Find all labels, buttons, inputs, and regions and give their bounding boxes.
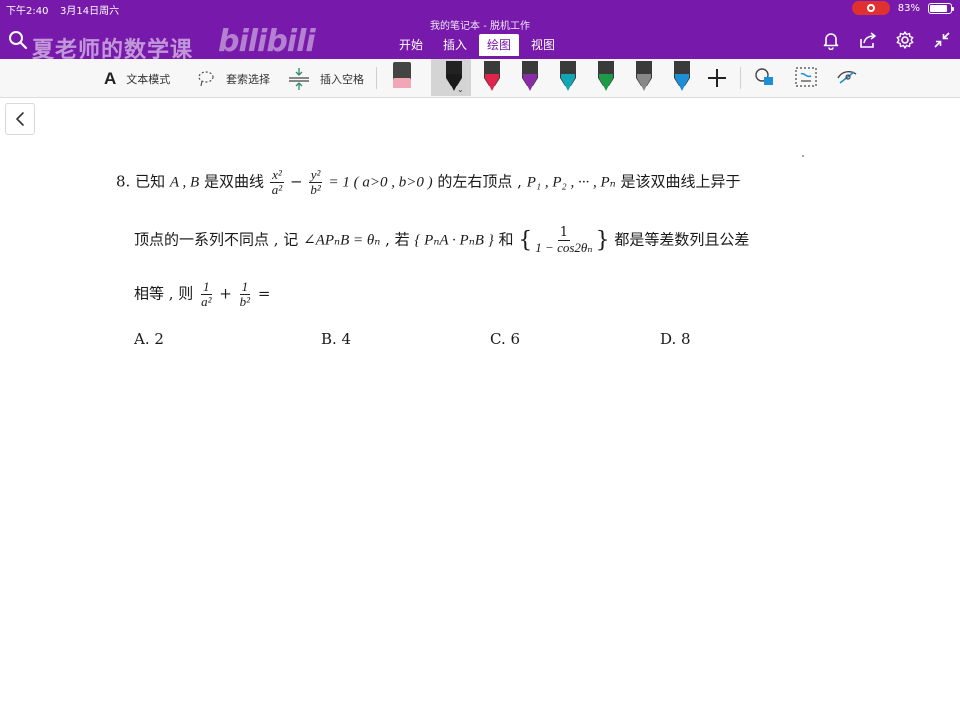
fraction-1-b2: 1 b² bbox=[238, 280, 252, 309]
text-on-hyperbola: 是该双曲线上异于 bbox=[620, 172, 741, 191]
ribbon-divider bbox=[376, 67, 377, 89]
top-right-icons bbox=[821, 30, 952, 50]
blue-highlighter-tool[interactable] bbox=[668, 60, 696, 94]
text-mode-label: 文本模式 bbox=[126, 72, 171, 86]
frac-den: a² bbox=[271, 182, 283, 197]
problem-line-3: 相等 , 则 1 a² + 1 b² = bbox=[134, 280, 270, 309]
text-vertices: 的左右顶点 , bbox=[437, 172, 522, 191]
collapse-icon[interactable] bbox=[932, 30, 952, 50]
ink-replay-icon[interactable] bbox=[834, 60, 862, 94]
insert-space-icon bbox=[288, 67, 310, 91]
window-title: 我的笔记本 - 脱机工作 bbox=[430, 21, 530, 32]
frac-num: 1 bbox=[557, 225, 571, 241]
chevron-down-icon[interactable]: ⌄ bbox=[457, 85, 464, 94]
insert-space-label: 插入空格 bbox=[320, 72, 364, 86]
draw-ribbon: A 文本模式 套索选择 插入空格 ⌄ bbox=[0, 59, 960, 98]
fraction-cos-sequence: 1 1 − cos2θₙ bbox=[533, 226, 594, 255]
text-hyperbola: 是双曲线 bbox=[203, 172, 264, 191]
lasso-icon bbox=[196, 69, 216, 89]
text-equal-then: 相等 , 则 bbox=[134, 284, 194, 303]
text-known: 已知 bbox=[135, 172, 166, 191]
gear-icon[interactable] bbox=[895, 30, 915, 50]
frac-den: b² bbox=[310, 182, 321, 197]
black-pen-tool[interactable] bbox=[440, 60, 468, 94]
problem-number: 8. bbox=[116, 172, 131, 191]
top-bar: 下午2:40 3月14日周六 83% 我的笔记本 - 脱机工作 夏老师的数学课 … bbox=[0, 0, 960, 63]
plus-sign: + bbox=[219, 284, 232, 303]
green-pen-tool[interactable] bbox=[592, 60, 620, 94]
points-sequence: P₁ , P₂ , ··· , Pₙ bbox=[526, 174, 616, 191]
equals-sign: = bbox=[257, 284, 271, 303]
text-arithmetic: 都是等差数列且公差 bbox=[614, 230, 750, 249]
search-icon[interactable] bbox=[8, 30, 28, 50]
stray-mark bbox=[802, 155, 804, 157]
tab-draw[interactable]: 绘图 bbox=[479, 34, 520, 56]
bell-icon[interactable] bbox=[821, 30, 841, 50]
teal-pen-tool[interactable] bbox=[554, 60, 582, 94]
status-date: 3月14日周六 bbox=[60, 6, 120, 17]
frac-num: y² bbox=[308, 167, 323, 183]
text-and: 和 bbox=[498, 230, 514, 249]
text-distinct-points: 顶点的一系列不同点 , 记 bbox=[134, 230, 299, 249]
purple-pen-tool[interactable] bbox=[516, 60, 544, 94]
option-b: B. 4 bbox=[321, 330, 352, 348]
red-pen-tool[interactable] bbox=[478, 60, 506, 94]
bilibili-logo: bilibili bbox=[218, 24, 316, 59]
option-d: D. 8 bbox=[660, 330, 691, 348]
fraction-y2-b2: y² b² bbox=[308, 167, 323, 197]
frac-den: a² bbox=[201, 294, 212, 309]
note-page[interactable]: 8. 已知 A , B 是双曲线 x² a² − y² b² = 1 ( a>0… bbox=[0, 98, 960, 720]
frac-num: 1 bbox=[239, 279, 251, 295]
option-c: C. 6 bbox=[490, 330, 521, 348]
battery-percent: 83% bbox=[897, 2, 920, 14]
battery-icon bbox=[928, 2, 954, 14]
tab-view[interactable]: 视图 bbox=[523, 34, 563, 56]
lasso-select-label: 套索选择 bbox=[226, 72, 270, 86]
ribbon-divider bbox=[740, 67, 741, 89]
lasso-select-button[interactable]: 套索选择 bbox=[196, 59, 270, 98]
problem-line-2: 顶点的一系列不同点 , 记 ∠APₙB = θₙ , 若 { PₙA · PₙB… bbox=[134, 225, 750, 255]
add-pen-button[interactable] bbox=[703, 60, 731, 94]
fraction-1-a2: 1 a² bbox=[199, 280, 213, 309]
screen-record-icon[interactable] bbox=[851, 1, 890, 15]
eraser-tool[interactable] bbox=[388, 60, 416, 94]
option-a: A. 2 bbox=[134, 330, 164, 348]
dot-product-sequence: { PₙA · PₙB } bbox=[414, 232, 494, 249]
frac-num: x² bbox=[270, 167, 284, 183]
ink-to-text-icon[interactable] bbox=[792, 60, 820, 94]
status-time: 下午2:40 bbox=[6, 6, 49, 17]
angle-expression: ∠APₙB = θₙ bbox=[303, 232, 381, 249]
problem-line-1: 8. 已知 A , B 是双曲线 x² a² − y² b² = 1 ( a>0… bbox=[116, 168, 741, 197]
share-icon[interactable] bbox=[858, 30, 878, 50]
tab-home[interactable]: 开始 bbox=[391, 34, 431, 56]
minus-sign: − bbox=[289, 172, 303, 191]
frac-den: b² bbox=[239, 294, 251, 309]
text-mode-button[interactable]: A 文本模式 bbox=[104, 59, 170, 98]
text-if: , 若 bbox=[385, 230, 410, 249]
gray-pen-tool[interactable] bbox=[630, 60, 658, 94]
fraction-x2-a2: x² a² bbox=[270, 168, 284, 197]
frac-den: 1 − cos2θₙ bbox=[535, 240, 593, 255]
tab-insert[interactable]: 插入 bbox=[435, 34, 475, 56]
ink-to-shape-icon[interactable] bbox=[751, 60, 779, 94]
ribbon-tabs: 开始 插入 绘图 视图 bbox=[391, 34, 567, 56]
vars-ab: A , B bbox=[169, 174, 200, 191]
frac-num: 1 bbox=[201, 279, 212, 295]
hyperbola-condition: = 1 ( a>0 , b>0 ) bbox=[328, 174, 433, 191]
insert-space-button[interactable]: 插入空格 bbox=[288, 59, 364, 98]
text-mode-icon: A bbox=[104, 68, 117, 88]
status-right: 83% bbox=[851, 1, 954, 15]
